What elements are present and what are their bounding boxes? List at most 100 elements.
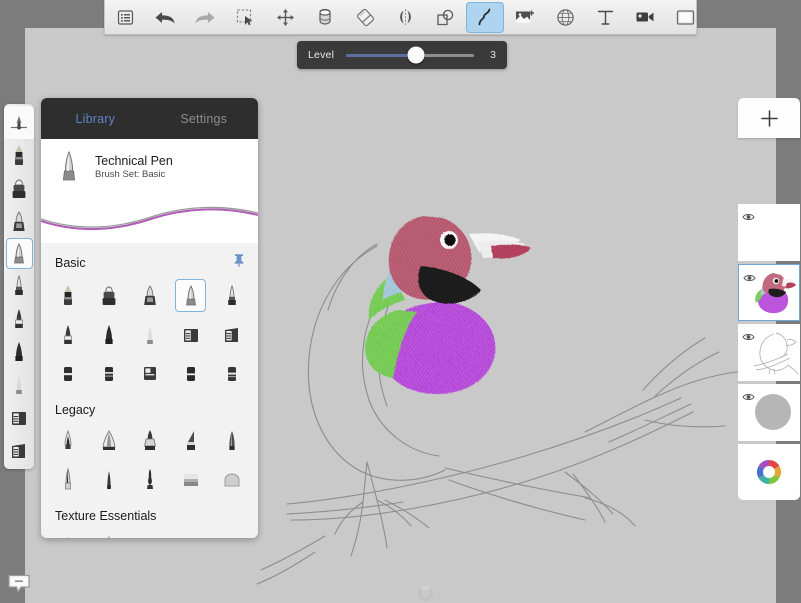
level-label: Level bbox=[308, 49, 334, 61]
brush-pencil[interactable] bbox=[47, 276, 88, 315]
brush-icon bbox=[52, 424, 83, 457]
brush-block-e[interactable] bbox=[211, 354, 252, 393]
brush-legacy-flame[interactable] bbox=[129, 460, 170, 499]
fullscreen-icon[interactable] bbox=[666, 2, 704, 33]
brush-block-a[interactable] bbox=[47, 354, 88, 393]
brush-ink-pen[interactable] bbox=[88, 315, 129, 354]
sidebar-technical-pen-icon[interactable] bbox=[6, 238, 33, 269]
brush-icon bbox=[134, 357, 165, 390]
brush-legacy-pencil[interactable] bbox=[47, 421, 88, 460]
library-tab-bar: Library Settings bbox=[41, 98, 258, 139]
brush-brush-pen[interactable] bbox=[47, 315, 88, 354]
layer-row[interactable] bbox=[738, 264, 800, 321]
layer-thumbnail bbox=[746, 326, 798, 378]
shapes-icon[interactable] bbox=[426, 2, 464, 33]
brush-texture-pencil[interactable] bbox=[47, 527, 88, 538]
brush-texture-b[interactable] bbox=[211, 315, 252, 354]
brush-icon bbox=[52, 357, 83, 390]
brush-icon bbox=[175, 530, 206, 538]
brush-legacy-felt[interactable] bbox=[211, 421, 252, 460]
sidebar-settings-slider-icon[interactable] bbox=[4, 106, 34, 139]
brush-block-d[interactable] bbox=[170, 354, 211, 393]
comment-icon[interactable] bbox=[6, 572, 32, 594]
sidebar-brushpen-icon[interactable] bbox=[4, 302, 34, 335]
sidebar-airbrush-icon[interactable] bbox=[4, 205, 34, 238]
brush-legacy-fine[interactable] bbox=[88, 460, 129, 499]
brush-icon bbox=[93, 424, 124, 457]
brush-sections-scroll[interactable]: Basic bbox=[41, 243, 258, 538]
brush-airbrush[interactable] bbox=[129, 276, 170, 315]
level-slider-track[interactable] bbox=[346, 54, 474, 57]
brush-legacy-nib[interactable] bbox=[47, 460, 88, 499]
brush-texture-block3[interactable] bbox=[211, 527, 252, 538]
pin-icon[interactable] bbox=[233, 253, 245, 272]
brush-icon bbox=[52, 463, 83, 496]
brush-grid-basic bbox=[41, 276, 258, 393]
redo-arrow-icon[interactable] bbox=[186, 2, 224, 33]
tab-settings[interactable]: Settings bbox=[150, 112, 259, 126]
brush-grid-legacy bbox=[41, 421, 258, 499]
brush-legacy-marker[interactable] bbox=[88, 421, 129, 460]
brush-legacy-brush[interactable] bbox=[129, 421, 170, 460]
brush-legacy-chisel[interactable] bbox=[170, 421, 211, 460]
section-header-legacy: Legacy bbox=[41, 393, 258, 421]
current-brush-text: Technical Pen Brush Set: Basic bbox=[95, 154, 173, 180]
tab-library[interactable]: Library bbox=[41, 112, 150, 126]
brush-technical-pen[interactable] bbox=[170, 276, 211, 315]
brush-icon bbox=[175, 318, 206, 351]
brush-icon bbox=[52, 279, 83, 312]
brush-icon bbox=[93, 279, 124, 312]
brush-icon bbox=[216, 357, 247, 390]
brush-icon bbox=[216, 463, 247, 496]
brush-library-panel: Library Settings Technical Pen Brush Set… bbox=[41, 98, 258, 538]
menu-list-icon[interactable] bbox=[106, 2, 144, 33]
brush-stroke-preview bbox=[41, 195, 258, 243]
record-icon[interactable] bbox=[626, 2, 664, 33]
layer-row[interactable] bbox=[738, 384, 800, 441]
level-slider-knob[interactable] bbox=[408, 47, 425, 64]
image-icon[interactable] bbox=[506, 2, 544, 33]
layer-row[interactable] bbox=[738, 324, 800, 381]
brush-block-b[interactable] bbox=[88, 354, 129, 393]
add-layer-button[interactable] bbox=[738, 98, 800, 138]
undo-arrow-icon[interactable] bbox=[146, 2, 184, 33]
top-toolbar bbox=[104, 0, 697, 35]
brush-icon bbox=[93, 463, 124, 496]
brush-icon bbox=[175, 279, 206, 312]
smudge-icon[interactable] bbox=[306, 2, 344, 33]
brush-icon bbox=[216, 530, 247, 538]
current-brush-row[interactable]: Technical Pen Brush Set: Basic bbox=[41, 139, 258, 195]
perspective-icon[interactable] bbox=[546, 2, 584, 33]
brush-soft-pencil[interactable] bbox=[129, 315, 170, 354]
brush-marker[interactable] bbox=[88, 276, 129, 315]
symmetry-icon[interactable] bbox=[386, 2, 424, 33]
sidebar-marker-icon[interactable] bbox=[4, 172, 34, 205]
brush-icon bbox=[52, 318, 83, 351]
toolbar-group-file bbox=[105, 0, 225, 34]
selection-icon[interactable] bbox=[226, 2, 264, 33]
brush-texture-block2[interactable] bbox=[170, 527, 211, 538]
layers-list[interactable] bbox=[738, 204, 800, 441]
text-icon[interactable] bbox=[586, 2, 624, 33]
brush-icon bbox=[93, 530, 124, 538]
brush-legacy-square[interactable] bbox=[170, 460, 211, 499]
sidebar-texture-a-icon[interactable] bbox=[4, 401, 34, 434]
brush-texture-block1[interactable] bbox=[129, 527, 170, 538]
brush-icon bbox=[134, 318, 165, 351]
sidebar-soft-pencil-icon[interactable] bbox=[4, 368, 34, 401]
brush-legacy-round[interactable] bbox=[211, 460, 252, 499]
layer-row[interactable] bbox=[738, 204, 800, 261]
sidebar-ink-icon[interactable] bbox=[4, 335, 34, 368]
brush-nib-pen[interactable] bbox=[211, 276, 252, 315]
eraser-icon[interactable] bbox=[346, 2, 384, 33]
sidebar-pencil-icon[interactable] bbox=[4, 139, 34, 172]
brush-texture-cone[interactable] bbox=[88, 527, 129, 538]
drawing-app-window: Level 3 bbox=[0, 0, 801, 603]
sidebar-texture-b-icon[interactable] bbox=[4, 434, 34, 467]
move-icon[interactable] bbox=[266, 2, 304, 33]
brush-texture-a[interactable] bbox=[170, 315, 211, 354]
curve-icon[interactable] bbox=[466, 2, 504, 33]
color-wheel-icon[interactable] bbox=[738, 444, 800, 500]
brush-block-c[interactable] bbox=[129, 354, 170, 393]
sidebar-nib-pen-icon[interactable] bbox=[4, 269, 34, 302]
